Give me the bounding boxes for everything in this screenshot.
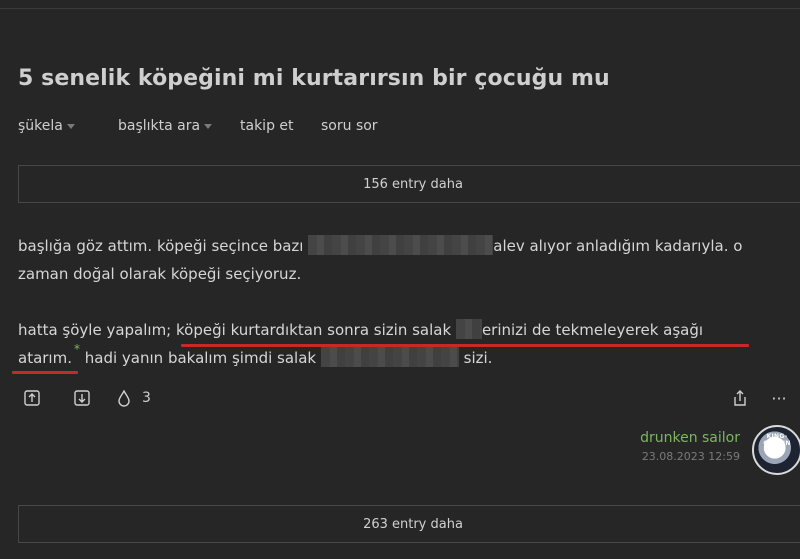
- avatar-text: KING-GOBLIN: [763, 433, 791, 447]
- redacted-text: [455, 319, 482, 339]
- tab-label: başlıkta ara: [118, 118, 201, 134]
- upvote-button[interactable]: [22, 388, 42, 408]
- tab-search-in-topic[interactable]: başlıkta ara: [118, 118, 213, 134]
- bkz-star-icon[interactable]: *: [74, 342, 80, 356]
- load-more-entries-top-button[interactable]: 156 entry daha: [18, 165, 800, 203]
- chevron-down-icon: [204, 123, 213, 129]
- entry-link-text[interactable]: köpeği kurtardıktan sonra sizin salak: [176, 321, 451, 339]
- tab-sukela[interactable]: şükela: [18, 118, 75, 134]
- topic-title[interactable]: 5 senelik köpeğini mi kurtarırsın bir ço…: [18, 66, 610, 91]
- entry-text: alev alıyor anladığım kadarıyla. o: [493, 237, 743, 255]
- favorite-button[interactable]: [114, 388, 134, 408]
- entry-text: başlığa göz attım. köpeği seçince bazı: [18, 237, 304, 255]
- entry-text: hadi yanın bakalım şimdi salak: [84, 349, 317, 367]
- entry-line-1: başlığa göz attım. köpeği seçince bazı a…: [18, 232, 742, 260]
- top-divider: [0, 8, 800, 9]
- load-more-entries-bottom-button[interactable]: 263 entry daha: [18, 505, 800, 543]
- author-info: drunken sailor 23.08.2023 12:59: [640, 430, 740, 463]
- entry-text: sizi.: [463, 349, 493, 367]
- tab-label: şükela: [18, 118, 63, 134]
- entry-date-link[interactable]: 23.08.2023 12:59: [640, 450, 740, 463]
- chevron-down-icon: [66, 123, 75, 129]
- more-icon: ···: [771, 388, 787, 408]
- more-options-button[interactable]: ···: [769, 388, 789, 408]
- tab-ask-question[interactable]: soru sor: [321, 118, 378, 134]
- tab-follow[interactable]: takip et: [240, 118, 294, 134]
- share-button[interactable]: [730, 388, 750, 408]
- favorite-count: 3: [142, 390, 151, 406]
- share-icon: [734, 390, 746, 406]
- entry-text: atarım.: [18, 349, 72, 367]
- drop-icon: [118, 389, 130, 407]
- entry-line-2: zaman doğal olarak köpeği seçiyoruz.: [18, 265, 302, 283]
- entry-text: hatta şöyle yapalım;: [18, 321, 172, 339]
- load-more-label: 263 entry daha: [363, 516, 463, 532]
- highlight-underline: [181, 344, 749, 347]
- author-name-link[interactable]: drunken sailor: [640, 430, 740, 446]
- load-more-label: 156 entry daha: [363, 176, 463, 192]
- downvote-button[interactable]: [72, 388, 92, 408]
- redacted-text: [308, 235, 494, 255]
- highlight-underline: [12, 371, 78, 374]
- redacted-text: [320, 347, 459, 367]
- downvote-icon: [74, 390, 90, 406]
- upvote-icon: [24, 390, 40, 406]
- entry-text: erinizi de tekmeleyerek aşağı: [481, 321, 704, 339]
- entry-line-3: hatta şöyle yapalım; köpeği kurtardıktan…: [18, 316, 703, 344]
- entry-line-4: atarım. * hadi yanın bakalım şimdi salak …: [18, 342, 493, 373]
- avatar[interactable]: KING-GOBLIN: [752, 425, 800, 475]
